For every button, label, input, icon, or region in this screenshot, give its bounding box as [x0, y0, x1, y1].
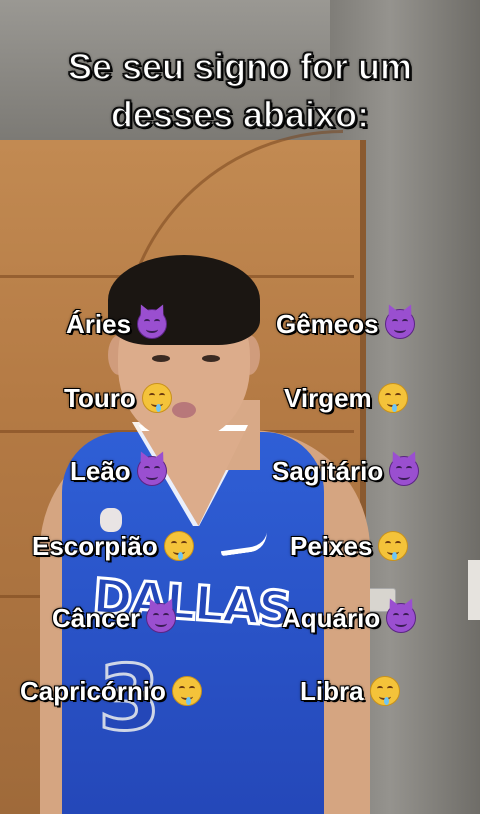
sign-capricorn: Capricórnio [20, 675, 202, 707]
sign-scorpio: Escorpião [32, 530, 194, 562]
title-line-2: desses abaixo: [110, 93, 370, 136]
smiling-devil-icon [136, 456, 167, 486]
smiling-devil-icon [146, 603, 177, 633]
sign-gemini: Gêmeos [276, 308, 415, 340]
drooling-face-icon [141, 383, 172, 413]
sign-label: Touro [64, 383, 136, 413]
sign-label: Aquário [282, 603, 381, 633]
sign-sagittarius: Sagitário [272, 455, 420, 487]
sign-aries: Áries [66, 308, 168, 340]
person-eye-right [202, 355, 220, 362]
drooling-face-icon [377, 383, 408, 413]
sign-label: Gêmeos [276, 309, 379, 339]
drooling-face-icon [171, 676, 202, 706]
title-line-1: Se seu signo for um [67, 45, 413, 88]
sign-label: Áries [66, 309, 132, 339]
sign-virgo: Virgem [284, 382, 408, 414]
sign-label: Peixes [290, 531, 373, 561]
smiling-devil-icon [389, 456, 420, 486]
sign-label: Virgem [284, 383, 372, 413]
sign-aquarius: Aquário [282, 602, 417, 634]
drooling-face-icon [369, 676, 400, 706]
video-frame: DALLAS 3 Se seu signo for um desses abai… [0, 0, 480, 814]
sign-leo: Leão [70, 455, 167, 487]
sign-cancer: Câncer [52, 602, 177, 634]
sign-pisces: Peixes [290, 530, 409, 562]
drooling-face-icon [163, 531, 194, 561]
smiling-devil-icon [137, 309, 168, 339]
smiling-devil-icon [384, 309, 415, 339]
drooling-face-icon [378, 531, 409, 561]
smiling-devil-icon [386, 603, 417, 633]
sign-label: Libra [300, 676, 364, 706]
sign-taurus: Touro [64, 382, 172, 414]
person-eye-left [152, 355, 170, 362]
person-mouth [172, 402, 196, 418]
sign-label: Câncer [52, 603, 141, 633]
sign-libra: Libra [300, 675, 400, 707]
sign-label: Sagitário [272, 456, 384, 486]
sign-label: Capricórnio [20, 676, 166, 706]
jersey-patch [100, 508, 122, 532]
sign-label: Escorpião [32, 531, 158, 561]
sign-label: Leão [70, 456, 131, 486]
wall-switch [468, 560, 480, 620]
